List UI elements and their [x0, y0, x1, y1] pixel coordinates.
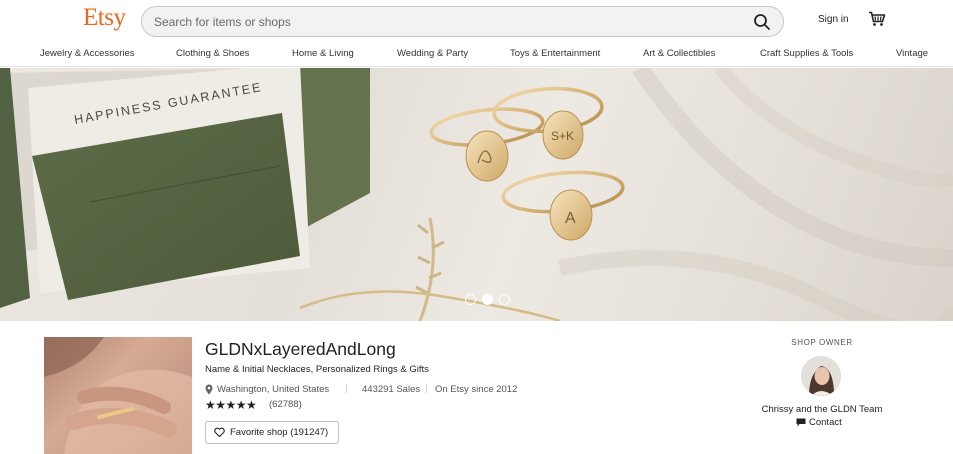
ring-engraving-a: A	[565, 210, 576, 227]
chat-bubble-icon	[796, 418, 806, 427]
meta-divider: |	[425, 383, 428, 394]
etsy-logo[interactable]: Etsy	[83, 4, 126, 32]
site-header: Etsy Sign in	[0, 0, 953, 42]
carousel-dots	[465, 294, 515, 306]
category-nav: Jewelry & Accessories Clothing & Shoes H…	[0, 42, 953, 67]
owner-name: Chrissy and the GLDN Team	[761, 404, 883, 415]
shop-icon-image	[44, 337, 192, 454]
search-bar[interactable]	[141, 6, 784, 37]
shop-tagline: Name & Initial Necklaces, Personalized R…	[205, 364, 429, 375]
search-icon[interactable]	[753, 13, 771, 31]
contact-label: Contact	[809, 417, 842, 428]
meta-divider: |	[345, 383, 348, 394]
carousel-dot-3[interactable]	[499, 294, 510, 305]
owner-avatar[interactable]	[801, 356, 841, 396]
cart-icon[interactable]	[868, 11, 886, 27]
sign-in-link[interactable]: Sign in	[818, 14, 849, 25]
nav-item-home[interactable]: Home & Living	[292, 48, 354, 59]
nav-item-toys[interactable]: Toys & Entertainment	[510, 48, 600, 59]
banner-photo: HAPPINESS GUARANTEE S+K A	[0, 68, 953, 321]
favorite-shop-button[interactable]: Favorite shop (191247)	[205, 421, 339, 444]
favorite-shop-label: Favorite shop (191247)	[230, 427, 329, 438]
heart-icon	[214, 427, 225, 438]
review-count[interactable]: (62788)	[269, 399, 302, 410]
carousel-dot-2[interactable]	[482, 294, 493, 305]
nav-item-jewelry[interactable]: Jewelry & Accessories	[40, 48, 135, 59]
shop-sales[interactable]: 443291 Sales	[362, 384, 420, 395]
nav-item-art[interactable]: Art & Collectibles	[643, 48, 715, 59]
nav-item-wedding[interactable]: Wedding & Party	[397, 48, 468, 59]
shop-owner-heading: SHOP OWNER	[791, 338, 853, 347]
search-input[interactable]	[154, 13, 734, 31]
rating-stars[interactable]: ★★★★★	[205, 398, 257, 412]
shop-banner: HAPPINESS GUARANTEE S+K A	[0, 68, 953, 321]
nav-item-vintage[interactable]: Vintage	[896, 48, 928, 59]
shop-since: On Etsy since 2012	[435, 384, 518, 395]
shop-location: Washington, United States	[217, 384, 330, 395]
nav-item-clothing[interactable]: Clothing & Shoes	[176, 48, 249, 59]
nav-item-craft[interactable]: Craft Supplies & Tools	[760, 48, 853, 59]
carousel-dot-1[interactable]	[465, 294, 476, 305]
shop-name: GLDNxLayeredAndLong	[205, 339, 396, 359]
location-pin-icon	[205, 384, 213, 395]
ring-engraving-sk: S+K	[551, 129, 574, 143]
